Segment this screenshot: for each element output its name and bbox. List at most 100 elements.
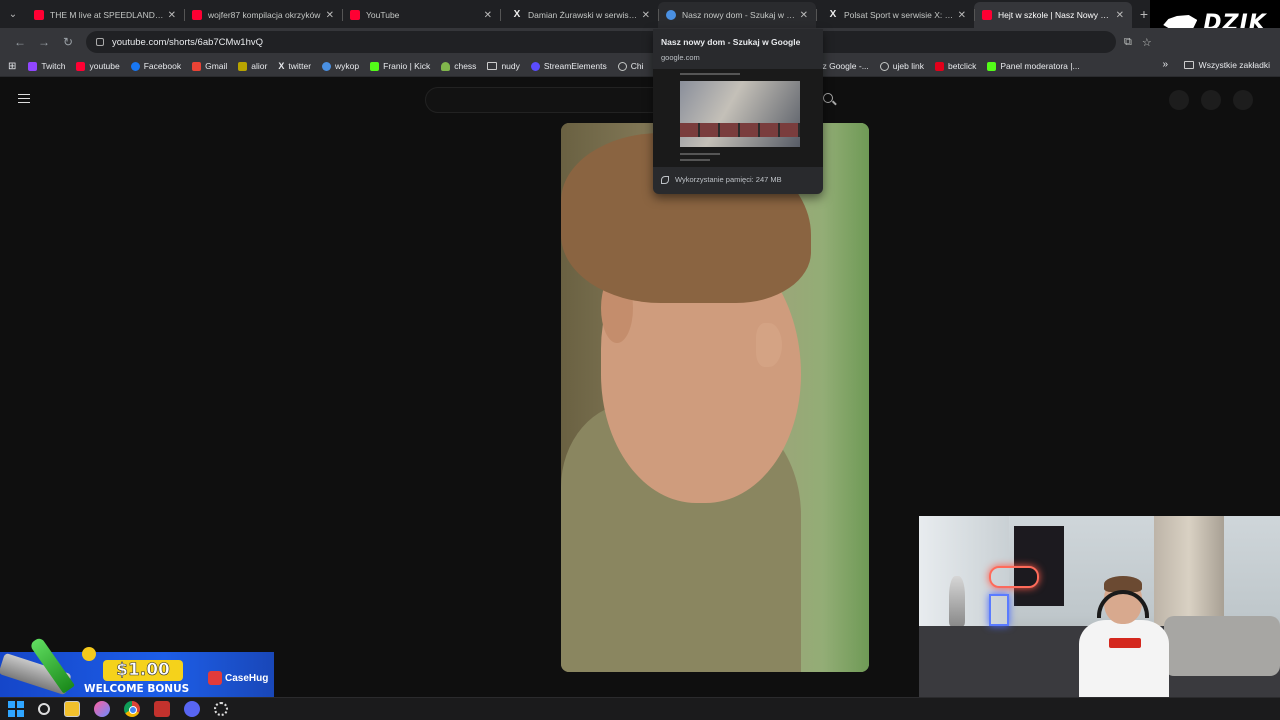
thumb-line: [680, 73, 740, 75]
bookmark-chi[interactable]: Chi: [617, 61, 644, 71]
casehug-ad-banner[interactable]: $1.00 WELCOME BONUS CaseHug: [0, 633, 274, 699]
bookmark-folder-nudy[interactable]: nudy: [487, 61, 520, 71]
bookmark-star-icon[interactable]: ☆: [1142, 36, 1152, 49]
tab-title: YouTube: [366, 10, 400, 20]
chrome-icon[interactable]: [124, 701, 140, 717]
tab-7-active[interactable]: Hejt w szkole | Nasz Nowy Dom ✕: [974, 2, 1132, 28]
shirt-logo: [1109, 638, 1141, 648]
bookmark-youtube[interactable]: youtube: [76, 61, 120, 71]
streamer-body: [1079, 620, 1169, 697]
ad-brand: CaseHug: [208, 671, 268, 685]
tab-3[interactable]: YouTube ✕: [342, 2, 500, 28]
bookmark-streamelements[interactable]: StreamElements: [530, 61, 607, 71]
bookmark-facebook[interactable]: Facebook: [130, 61, 182, 71]
globe-icon: [617, 61, 627, 71]
tab-search-button[interactable]: ⌄: [0, 0, 26, 28]
memory-text: Wykorzystanie pamięci: 247 MB: [675, 175, 782, 184]
address-bar[interactable]: youtube.com/shorts/6ab7CMw1hvQ: [86, 31, 1116, 53]
forward-button[interactable]: →: [32, 30, 56, 54]
bookmark-label: youtube: [89, 61, 120, 71]
bookmark-label: Twitch: [41, 61, 66, 71]
all-bookmarks-button[interactable]: Wszystkie zakładki: [1183, 60, 1270, 70]
menu-icon[interactable]: [18, 94, 30, 103]
tab-4[interactable]: X Damian Żurawski w serwisie X ✕: [500, 2, 658, 28]
google-icon: [666, 10, 676, 20]
bookmark-twitter[interactable]: Xtwitter: [278, 61, 311, 71]
app-icon[interactable]: [154, 701, 170, 717]
hover-card-title: Nasz nowy dom - Szukaj w Google: [661, 37, 801, 47]
casehug-logo-icon: [208, 671, 222, 685]
shorts-video-player[interactable]: [561, 123, 869, 672]
reload-button[interactable]: ↻: [56, 30, 80, 54]
bookmark-betclick[interactable]: betclick: [934, 61, 977, 71]
all-bookmarks-label: Wszystkie zakładki: [1198, 60, 1270, 70]
tab-6[interactable]: X Polsat Sport w serwisie X: „HIS ✕: [816, 2, 974, 28]
file-explorer-icon[interactable]: [64, 701, 80, 717]
screen: ⌄ THE M live at SPEEDLAND FEST ✕ wojfer87…: [0, 0, 1280, 720]
bookmark-gmail[interactable]: Gmail: [192, 61, 227, 71]
bookmark-label: betclick: [947, 61, 977, 71]
bookmark-twitch[interactable]: Twitch: [28, 61, 65, 71]
thumb-line: [680, 159, 710, 161]
tab-title: Polsat Sport w serwisie X: „HIS: [844, 10, 954, 20]
avatar[interactable]: [1233, 90, 1253, 110]
bookmark-google[interactable]: z Google -...: [822, 61, 868, 71]
windows-taskbar: [0, 697, 1280, 720]
close-tab-icon[interactable]: ✕: [1116, 10, 1124, 21]
site-info-icon[interactable]: [96, 38, 104, 46]
facebook-icon: [130, 61, 140, 71]
x-icon: X: [278, 61, 285, 71]
bookmark-label: z Google -...: [822, 61, 869, 71]
globe-icon: [879, 61, 889, 71]
kick-icon: [370, 61, 380, 71]
settings-icon[interactable]: [214, 702, 228, 716]
hover-card-memory: Wykorzystanie pamięci: 247 MB: [661, 175, 815, 184]
bookmark-label: StreamElements: [543, 61, 607, 71]
bookmark-panel-moderatora[interactable]: Panel moderatora |...: [987, 61, 1080, 71]
close-tab-icon[interactable]: ✕: [168, 10, 176, 21]
close-tab-icon[interactable]: ✕: [800, 10, 808, 21]
bookmark-wykop[interactable]: wykop: [322, 61, 359, 71]
twitch-icon: [28, 61, 38, 71]
streamer: [1079, 576, 1169, 697]
tab-title: THE M live at SPEEDLAND FEST: [50, 10, 164, 20]
more-bookmarks-button[interactable]: »: [1162, 59, 1168, 70]
close-tab-icon[interactable]: ✕: [642, 10, 650, 21]
tab-hover-card: Nasz nowy dom - Szukaj w Google google.c…: [653, 29, 823, 194]
bookmark-label: nudy: [501, 61, 520, 71]
close-tab-icon[interactable]: ✕: [326, 10, 334, 21]
search-icon[interactable]: [38, 703, 50, 715]
apps-grid-icon[interactable]: ⊞: [8, 61, 16, 72]
close-tab-icon[interactable]: ✕: [484, 10, 492, 21]
folder-icon: [1183, 61, 1194, 69]
back-button[interactable]: ←: [8, 30, 32, 54]
bookmark-label: alior: [251, 61, 268, 71]
webcam-couch: [1164, 616, 1280, 676]
alior-icon: [238, 61, 248, 71]
betclick-icon: [934, 61, 944, 71]
discord-icon[interactable]: [184, 701, 200, 717]
install-app-icon[interactable]: ⧉: [1124, 36, 1132, 49]
app-icon[interactable]: [94, 701, 110, 717]
bookmark-label: Chi: [630, 61, 644, 71]
trophy-icon: [949, 576, 965, 626]
close-tab-icon[interactable]: ✕: [958, 10, 966, 21]
wykop-icon: [322, 61, 332, 71]
windows-start-icon[interactable]: [8, 701, 24, 717]
bookmark-label: Gmail: [205, 61, 228, 71]
notifications-button[interactable]: [1201, 90, 1221, 110]
create-button[interactable]: [1169, 90, 1189, 110]
tab-2[interactable]: wojfer87 kompilacja okrzyków ✕: [184, 2, 342, 28]
tab-strip: ⌄ THE M live at SPEEDLAND FEST ✕ wojfer87…: [0, 0, 1280, 28]
tab-1[interactable]: THE M live at SPEEDLAND FEST ✕: [26, 2, 184, 28]
search-icon[interactable]: [823, 93, 833, 103]
bookmark-label: Facebook: [143, 61, 182, 71]
bookmark-chess[interactable]: chess: [441, 61, 476, 71]
bookmark-label: ujeb link: [892, 61, 924, 71]
browser-toolbar: ← → ↻ youtube.com/shorts/6ab7CMw1hvQ ⧉ ☆: [0, 28, 1280, 56]
bookmark-alior[interactable]: alior: [238, 61, 267, 71]
bookmark-kick[interactable]: Franio | Kick: [370, 61, 430, 71]
tab-5[interactable]: Nasz nowy dom - Szukaj w Goo ✕: [658, 2, 816, 28]
bookmark-ujeb-link[interactable]: ujeb link: [879, 61, 924, 71]
bookmark-label: chess: [454, 61, 477, 71]
